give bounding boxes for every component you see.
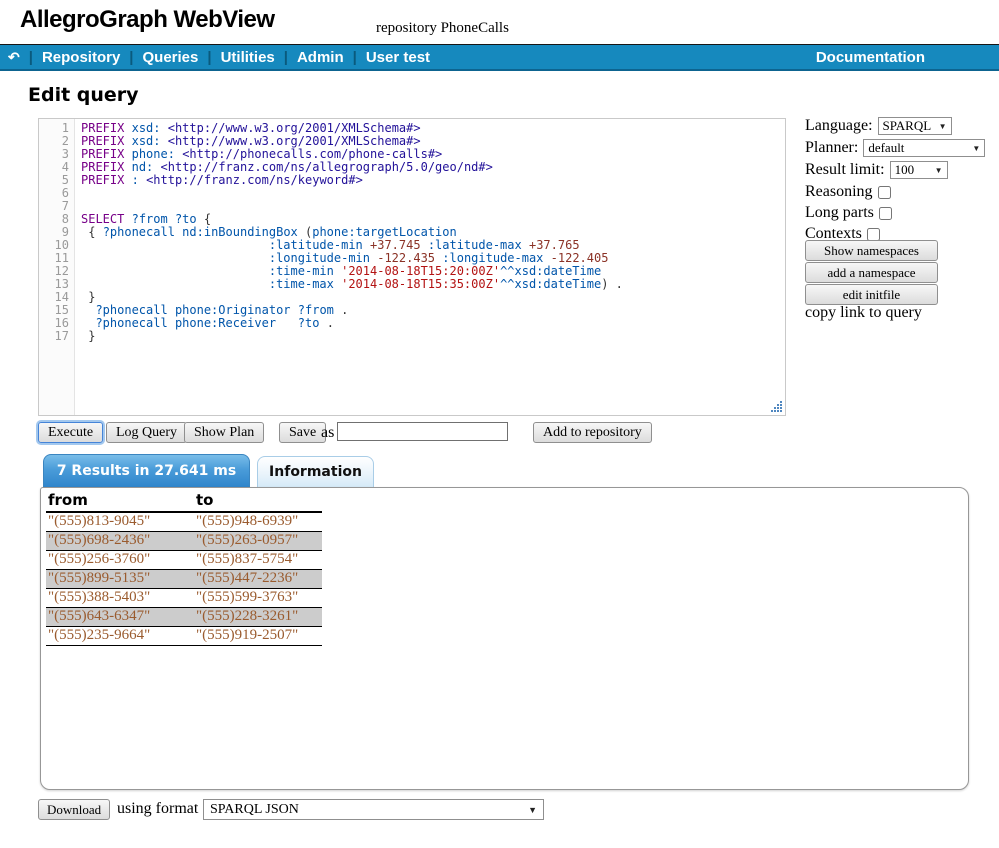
table-row: "(555)813-9045""(555)948-6939" [46,512,322,532]
result-limit-select[interactable]: 100 ▼ [890,161,948,179]
tab-results[interactable]: 7 Results in 27.641 ms [43,454,250,487]
nav-item-admin[interactable]: Admin [297,49,344,66]
reasoning-label: Reasoning [805,183,873,201]
add-to-repository-button[interactable]: Add to repository [533,422,652,443]
editor-line[interactable]: PREFIX : <http://franz.com/ns/keyword#> [81,174,785,187]
table-cell: "(555)256-3760" [46,551,194,570]
table-cell: "(555)919-2507" [194,627,322,646]
app-title: AllegroGraph WebView [20,6,275,34]
back-arrow-icon[interactable]: ↶ [8,49,20,66]
table-row: "(555)235-9664""(555)919-2507" [46,627,322,646]
planner-select[interactable]: default ▼ [863,139,985,157]
nav-separator: | [353,49,357,66]
table-cell: "(555)447-2236" [194,570,322,589]
query-editor[interactable]: 1234567891011121314151617 PREFIX xsd: <h… [38,118,786,416]
results-header-row: fromto [46,491,322,512]
reasoning-row: Reasoning [805,183,891,201]
table-row: "(555)643-6347""(555)228-3261" [46,608,322,627]
editor-line[interactable] [81,187,785,200]
log-query-button[interactable]: Log Query [106,422,187,443]
main-nav: ↶ | Repository | Queries | Utilities | Admin | Us… [0,44,999,71]
editor-line[interactable]: :time-max '2014-08-18T15:35:00Z'^^xsd:da… [81,278,785,291]
editor-line-numbers: 1234567891011121314151617 [39,119,75,415]
table-cell: "(555)599-3763" [194,589,322,608]
nav-separator: | [29,49,33,66]
editor-code[interactable]: PREFIX xsd: <http://www.w3.org/2001/XMLS… [75,119,785,415]
execute-button[interactable]: Execute [38,422,103,443]
tab-information[interactable]: Information [257,456,374,487]
nav-separator: | [207,49,211,66]
webview-page: AllegroGraph WebView repository PhoneCal… [0,0,999,848]
language-select[interactable]: SPARQL ▼ [878,117,952,135]
long-parts-label: Long parts [805,204,874,222]
nav-item-queries[interactable]: Queries [143,49,199,66]
save-button[interactable]: Save [279,422,326,443]
results-column-header: from [46,491,194,512]
table-cell: "(555)813-9045" [46,512,194,532]
using-format-label: using format [117,800,198,818]
long-parts-checkbox[interactable] [879,207,892,220]
language-row: Language: SPARQL ▼ [805,117,952,135]
nav-item-utilities[interactable]: Utilities [221,49,275,66]
resize-grip-icon[interactable] [770,400,783,413]
planner-row: Planner: default ▼ [805,139,985,157]
table-cell: "(555)235-9664" [46,627,194,646]
table-cell: "(555)899-5135" [46,570,194,589]
long-parts-row: Long parts [805,204,892,222]
nav-item-repository[interactable]: Repository [42,49,120,66]
chevron-down-icon: ▼ [972,144,980,153]
table-row: "(555)698-2436""(555)263-0957" [46,532,322,551]
edit-initfile-button[interactable]: edit initfile [805,284,938,305]
results-column-header: to [194,491,322,512]
reasoning-checkbox[interactable] [878,186,891,199]
repository-label: repository PhoneCalls [376,20,509,37]
result-limit-label: Result limit: [805,161,885,179]
table-cell: "(555)228-3261" [194,608,322,627]
table-cell: "(555)837-5754" [194,551,322,570]
nav-item-user-test[interactable]: User test [366,49,430,66]
results-panel: fromto "(555)813-9045""(555)948-6939""(5… [40,487,969,790]
results-table: fromto "(555)813-9045""(555)948-6939""(5… [46,491,322,646]
editor-line[interactable]: } [81,330,785,343]
result-limit-row: Result limit: 100 ▼ [805,161,948,179]
copy-link-to-query[interactable]: copy link to query [805,304,922,322]
chevron-down-icon: ▼ [939,122,947,131]
nav-separator: | [284,49,288,66]
contexts-checkbox[interactable] [867,228,880,241]
show-plan-button[interactable]: Show Plan [184,422,264,443]
table-row: "(555)388-5403""(555)599-3763" [46,589,322,608]
nav-item-documentation[interactable]: Documentation [816,49,925,66]
nav-items: | Repository | Queries | Utilities | Admin | User… [20,49,430,66]
planner-label: Planner: [805,139,858,157]
chevron-down-icon: ▼ [528,805,537,815]
nav-separator: | [129,49,133,66]
editor-line[interactable]: ?phonecall phone:Receiver ?to . [81,317,785,330]
show-namespaces-button[interactable]: Show namespaces [805,240,938,261]
table-cell: "(555)948-6939" [194,512,322,532]
table-cell: "(555)698-2436" [46,532,194,551]
page-title: Edit query [28,84,139,106]
add-namespace-button[interactable]: add a namespace [805,262,938,283]
table-row: "(555)899-5135""(555)447-2236" [46,570,322,589]
download-format-select[interactable]: SPARQL JSON ▼ [203,799,544,820]
chevron-down-icon: ▼ [935,166,943,175]
table-row: "(555)256-3760""(555)837-5754" [46,551,322,570]
download-button[interactable]: Download [38,799,110,820]
save-name-input[interactable] [337,422,508,441]
table-cell: "(555)263-0957" [194,532,322,551]
table-cell: "(555)643-6347" [46,608,194,627]
table-cell: "(555)388-5403" [46,589,194,608]
as-label: as [321,424,334,442]
language-label: Language: [805,117,873,135]
